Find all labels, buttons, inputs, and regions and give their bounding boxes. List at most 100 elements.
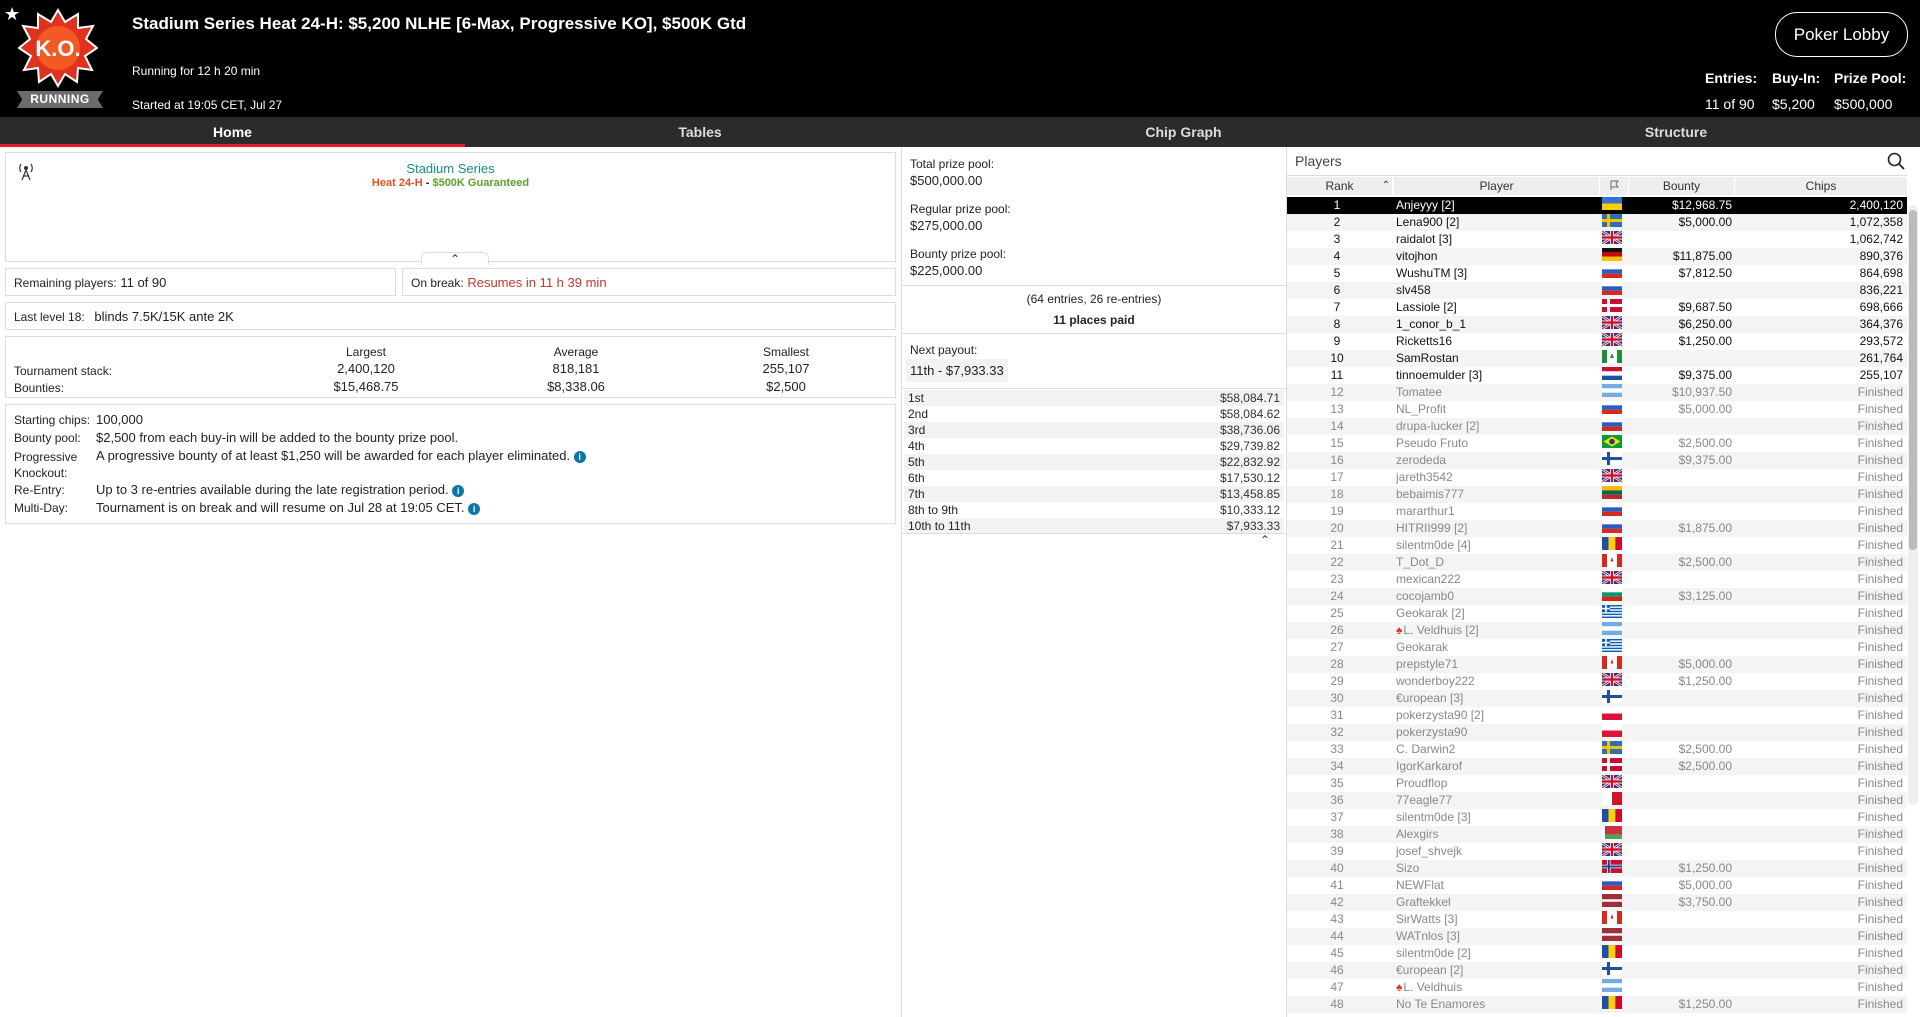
country-flag-icon bbox=[1602, 367, 1622, 380]
player-row[interactable]: 33 C. Darwin2 $2,500.00 Finished bbox=[1287, 741, 1907, 758]
player-name: WushuTM [3] bbox=[1396, 266, 1468, 280]
player-row[interactable]: 31 pokerzysta90 [2] Finished bbox=[1287, 707, 1907, 724]
bounty-column-header[interactable]: Bounty bbox=[1629, 177, 1734, 195]
player-rank: 15 bbox=[1330, 436, 1344, 450]
poker-lobby-button[interactable]: Poker Lobby bbox=[1775, 12, 1908, 57]
rank-column-header[interactable]: Rank bbox=[1287, 177, 1392, 195]
player-rank: 31 bbox=[1330, 708, 1344, 722]
player-row[interactable]: 4 vitojhon $11,875.00 890,376 bbox=[1287, 248, 1907, 265]
chips-column-header[interactable]: Chips bbox=[1735, 177, 1907, 195]
player-row[interactable]: 32 pokerzysta90 Finished bbox=[1287, 724, 1907, 741]
player-row[interactable]: 5 WushuTM [3] $7,812.50 864,698 bbox=[1287, 265, 1907, 282]
player-chips: 836,221 bbox=[1859, 283, 1903, 297]
player-name-cell: vitojhon bbox=[1396, 248, 1437, 265]
player-name-cell: raidalot [3] bbox=[1396, 231, 1452, 248]
player-name: slv458 bbox=[1396, 283, 1431, 297]
player-bounty: $10,937.50 bbox=[1671, 385, 1732, 399]
player-column-header[interactable]: Player bbox=[1394, 177, 1599, 195]
player-row[interactable]: 9 Ricketts16 $1,250.00 293,572 bbox=[1287, 331, 1907, 350]
player-row[interactable]: 20 HITRII999 [2] $1,875.00 Finished bbox=[1287, 520, 1907, 537]
player-name: prepstyle71 bbox=[1396, 657, 1459, 671]
player-row[interactable]: 27 Geokarak Finished bbox=[1287, 639, 1907, 656]
player-bounty: $9,687.50 bbox=[1678, 300, 1732, 314]
largest-header: Largest bbox=[345, 345, 387, 359]
player-row[interactable]: 22 T_Dot_D $2,500.00 Finished bbox=[1287, 554, 1907, 571]
player-row[interactable]: 38 Alexgirs Finished bbox=[1287, 826, 1907, 843]
player-row[interactable]: 35 Proudflop Finished bbox=[1287, 773, 1907, 792]
player-name: Lena900 [2] bbox=[1396, 215, 1460, 229]
player-row[interactable]: 6 slv458 836,221 bbox=[1287, 282, 1907, 299]
player-name: cocojamb0 bbox=[1396, 589, 1455, 603]
player-row[interactable]: 16 zerodeda $9,375.00 Finished bbox=[1287, 452, 1907, 469]
collapse-payouts-button[interactable]: ⌃ bbox=[1252, 534, 1278, 546]
player-row[interactable]: 47 ♠L. Veldhuis Finished bbox=[1287, 979, 1907, 996]
player-row[interactable]: 36 77eagle77 Finished bbox=[1287, 792, 1907, 809]
player-name-cell: zerodeda bbox=[1396, 452, 1446, 469]
player-row[interactable]: 17 jareth3542 Finished bbox=[1287, 467, 1907, 486]
player-row[interactable]: 34 IgorKarkarof $2,500.00 Finished bbox=[1287, 758, 1907, 775]
player-row[interactable]: 14 drupa-lucker [2] Finished bbox=[1287, 418, 1907, 435]
player-row[interactable]: 8 1_conor_b_1 $6,250.00 364,376 bbox=[1287, 314, 1907, 333]
player-row[interactable]: 41 NEWFlat $5,000.00 Finished bbox=[1287, 877, 1907, 894]
player-row[interactable]: 30 €uropean [3] Finished bbox=[1287, 690, 1907, 707]
country-flag-icon bbox=[1602, 503, 1622, 516]
player-row[interactable]: 18 bebaimis777 Finished bbox=[1287, 486, 1907, 503]
players-title: Players bbox=[1295, 153, 1342, 169]
tab-home[interactable]: Home bbox=[0, 117, 465, 147]
player-row[interactable]: 45 silentm0de [2] Finished bbox=[1287, 945, 1907, 962]
sort-ascending-icon[interactable]: ⌃ bbox=[1379, 177, 1393, 195]
player-row[interactable]: 1 Anjeyyy [2] $12,968.75 2,400,120 bbox=[1287, 197, 1907, 214]
player-name: pokerzysta90 [2] bbox=[1396, 708, 1485, 722]
player-name: C. Darwin2 bbox=[1396, 742, 1456, 756]
player-name: Proudflop bbox=[1396, 776, 1448, 790]
player-row[interactable]: 2 Lena900 [2] $5,000.00 1,072,358 bbox=[1287, 214, 1907, 231]
player-row[interactable]: 25 Geokarak [2] Finished bbox=[1287, 605, 1907, 622]
player-chips: Finished bbox=[1857, 589, 1903, 603]
progressive-text: A progressive bounty of at least $1,250 … bbox=[96, 448, 571, 463]
player-row[interactable]: 46 €uropean [2] Finished bbox=[1287, 962, 1907, 979]
player-row[interactable]: 37 silentm0de [3] Finished bbox=[1287, 809, 1907, 826]
payout-place: 8th to 9th bbox=[908, 503, 959, 517]
tab-tables[interactable]: Tables bbox=[465, 117, 935, 147]
collapse-banner-button[interactable]: ⌃ bbox=[421, 252, 489, 265]
divider bbox=[902, 533, 1286, 534]
player-row[interactable]: 10 SamRostan 261,764 bbox=[1287, 350, 1907, 367]
player-bounty: $2,500.00 bbox=[1678, 436, 1732, 450]
player-chips: 261,764 bbox=[1859, 351, 1903, 365]
player-name: SamRostan bbox=[1396, 351, 1459, 365]
player-row[interactable]: 43 SirWatts [3] Finished bbox=[1287, 911, 1907, 928]
flag-column-header[interactable] bbox=[1600, 177, 1628, 195]
search-icon[interactable] bbox=[1887, 152, 1905, 170]
player-row[interactable]: 11 tinnoemulder [3] $9,375.00 255,107 bbox=[1287, 367, 1907, 384]
players-scrollbar-thumb[interactable] bbox=[1909, 210, 1917, 550]
player-row[interactable]: 39 josef_shvejk Finished bbox=[1287, 841, 1907, 860]
tab-structure[interactable]: Structure bbox=[1432, 117, 1920, 147]
player-name: wonderboy222 bbox=[1396, 674, 1475, 688]
tab-chip-graph[interactable]: Chip Graph bbox=[935, 117, 1432, 147]
player-row[interactable]: 19 mararthur1 Finished bbox=[1287, 503, 1907, 520]
player-name-cell: Proudflop bbox=[1396, 775, 1447, 792]
info-icon[interactable]: i bbox=[468, 503, 481, 515]
player-name: drupa-lucker [2] bbox=[1396, 419, 1480, 433]
player-row[interactable]: 13 NL_Profit $5,000.00 Finished bbox=[1287, 401, 1907, 418]
player-row[interactable]: 24 cocojamb0 $3,125.00 Finished bbox=[1287, 588, 1907, 605]
player-row[interactable]: 26 ♠L. Veldhuis [2] Finished bbox=[1287, 622, 1907, 639]
player-row[interactable]: 44 WATnlos [3] Finished bbox=[1287, 928, 1907, 945]
player-row[interactable]: 12 Tomatee $10,937.50 Finished bbox=[1287, 384, 1907, 401]
player-row[interactable]: 48 No Te Enamores $1,250.00 Finished bbox=[1287, 996, 1907, 1013]
player-row[interactable]: 40 Sizo $1,250.00 Finished bbox=[1287, 860, 1907, 877]
player-row[interactable]: 42 Graftekkel $3,750.00 Finished bbox=[1287, 894, 1907, 911]
player-row[interactable]: 3 raidalot [3] 1,062,742 bbox=[1287, 229, 1907, 248]
player-row[interactable]: 23 mexican222 Finished bbox=[1287, 569, 1907, 588]
player-chips: Finished bbox=[1857, 946, 1903, 960]
country-flag-icon bbox=[1602, 792, 1622, 805]
player-row[interactable]: 28 prepstyle71 $5,000.00 Finished bbox=[1287, 656, 1907, 673]
info-icon[interactable]: i bbox=[573, 451, 586, 463]
player-row[interactable]: 29 wonderboy222 $1,250.00 Finished bbox=[1287, 671, 1907, 690]
player-row[interactable]: 7 Lassiole [2] $9,687.50 698,666 bbox=[1287, 299, 1907, 316]
average-header: Average bbox=[553, 345, 599, 359]
player-row[interactable]: 21 silentm0de [4] Finished bbox=[1287, 537, 1907, 554]
player-row[interactable]: 15 Pseudo Fruto $2,500.00 Finished bbox=[1287, 435, 1907, 452]
info-icon[interactable]: i bbox=[452, 485, 465, 497]
player-chips: Finished bbox=[1857, 708, 1903, 722]
